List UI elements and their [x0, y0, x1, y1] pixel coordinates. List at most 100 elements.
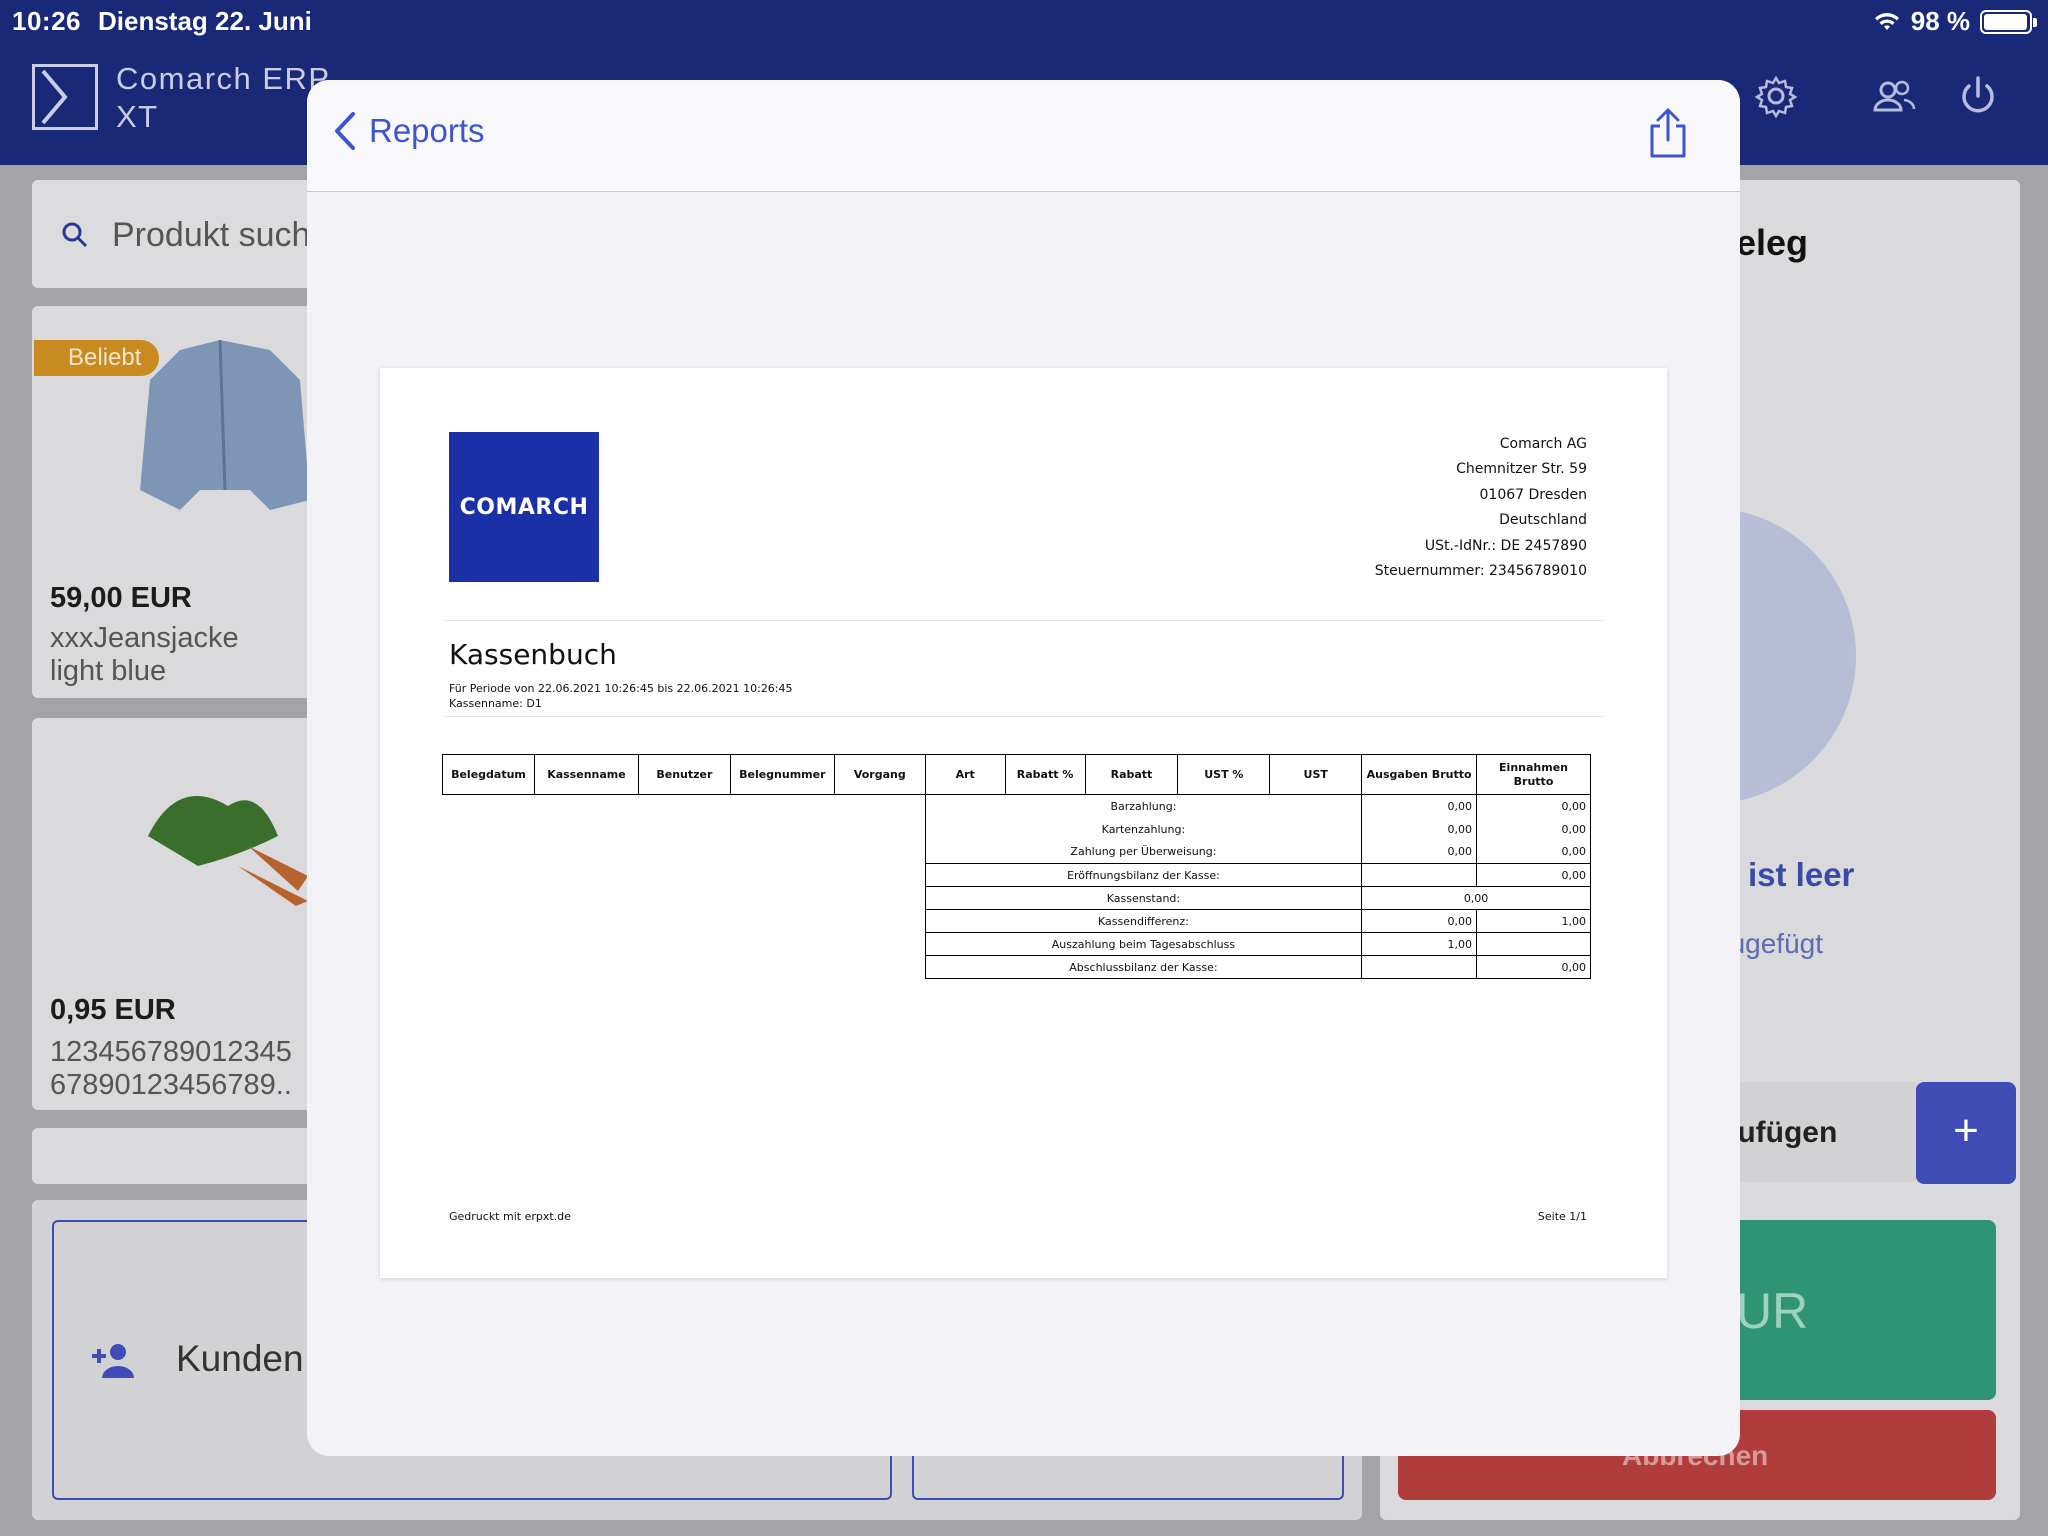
product-name-line2: 67890123456789.. — [50, 1069, 292, 1101]
summary-label: Kartenzahlung: — [924, 817, 1363, 841]
app-name-line2: XT — [116, 99, 159, 134]
users-icon[interactable] — [1872, 74, 1916, 118]
summary-row: Kartenzahlung: 0,00 0,00 — [443, 817, 1591, 841]
company-address: Comarch AG Chemnitzer Str. 59 01067 Dres… — [1375, 432, 1587, 584]
add-customer-label: Kunden — [176, 1338, 304, 1379]
company-city: 01067 Dresden — [1479, 486, 1588, 503]
share-icon[interactable] — [1646, 106, 1690, 160]
search-input[interactable]: Produkt such — [112, 216, 310, 255]
column-header: Ausgaben Brutto — [1361, 754, 1478, 795]
column-header: Benutzer — [637, 754, 731, 795]
battery-icon — [1980, 9, 2037, 34]
summary-ausgaben: 1,00 — [1361, 932, 1478, 956]
app-logo — [32, 64, 98, 130]
search-icon — [62, 222, 88, 248]
summary-label: Kassenstand: — [924, 886, 1363, 910]
product-name: 123456789012345 67890123456789.. — [50, 1036, 292, 1102]
back-label: Reports — [369, 112, 485, 149]
app-name: Comarch ERP XT — [116, 60, 331, 136]
summary-einnahmen: 0,00 — [1476, 794, 1591, 818]
column-header: Rabatt — [1084, 754, 1179, 795]
summary-einnahmen: 0,00 — [1476, 817, 1591, 841]
column-header: Einnahmen Brutto — [1476, 754, 1591, 795]
report-period: Für Periode von 22.06.2021 10:26:45 bis … — [449, 682, 793, 695]
summary-row: Eröffnungsbilanz der Kasse: 0,00 — [443, 863, 1591, 887]
summary-ausgaben: 0,00 — [1361, 817, 1478, 841]
summary-label: Auszahlung beim Tagesabschluss — [924, 932, 1363, 956]
product-price: 0,95 EUR — [50, 994, 176, 1026]
report-table: Belegdatum Kassenname Benutzer Belegnumm… — [442, 754, 1591, 979]
summary-ausgaben: 0,00 — [1361, 794, 1478, 818]
column-header: Rabatt % — [1004, 754, 1086, 795]
product-price: 59,00 EUR — [50, 582, 192, 614]
battery-fill — [1984, 13, 2028, 30]
app-name-line1: Comarch ERP — [116, 61, 331, 96]
carrot-image — [148, 796, 308, 906]
add-button[interactable]: + — [1916, 1082, 2016, 1184]
report-register: Kassenname: D1 — [449, 697, 542, 710]
summary-row: Kassendifferenz: 0,00 1,00 — [443, 909, 1591, 933]
empty-title: ist leer — [1748, 856, 1855, 893]
summary-ausgaben: 0,00 — [1361, 840, 1478, 864]
summary-einnahmen: 0,00 — [1476, 840, 1591, 864]
column-header: UST — [1269, 754, 1363, 795]
report-footer-right: Seite 1/1 — [1537, 1210, 1587, 1223]
report-title: Kassenbuch — [449, 638, 617, 671]
summary-einnahmen — [1476, 932, 1591, 956]
status-date: Dienstag 22. Juni — [98, 6, 312, 36]
jacket-image — [140, 340, 310, 510]
column-header: UST % — [1177, 754, 1271, 795]
receipt-title: eleg — [1736, 222, 1809, 263]
summary-label: Barzahlung: — [924, 794, 1363, 818]
battery-percent: 98 % — [1910, 6, 1970, 36]
company-tax: Steuernummer: 23456789010 — [1374, 563, 1587, 580]
report-subtitle: Für Periode von 22.06.2021 10:26:45 bis … — [449, 681, 793, 711]
table-header-row: Belegdatum Kassenname Benutzer Belegnumm… — [442, 754, 1591, 795]
summary-label: Zahlung per Überweisung: — [924, 840, 1363, 864]
summary-row: Abschlussbilanz der Kasse: 0,00 — [443, 955, 1591, 979]
product-name-line1: xxxJeansjacke — [50, 622, 239, 654]
summary-row: Auszahlung beim Tagesabschluss 1,00 — [443, 932, 1591, 956]
column-header: Vorgang — [833, 754, 926, 795]
gear-icon[interactable] — [1754, 74, 1798, 118]
summary-label: Abschlussbilanz der Kasse: — [924, 955, 1363, 979]
divider — [444, 620, 1604, 621]
status-right: 98 % — [1873, 6, 2037, 37]
chevron-left-icon — [335, 112, 355, 150]
summary-combined: 0,00 — [1361, 886, 1591, 910]
add-person-icon — [92, 1344, 134, 1378]
back-button[interactable]: Reports — [331, 110, 485, 152]
status-time: 10:26 — [12, 6, 81, 36]
divider — [444, 716, 1604, 717]
product-name-line2: light blue — [50, 655, 167, 687]
column-header: Belegdatum — [442, 754, 535, 795]
summary-ausgaben: 0,00 — [1361, 909, 1478, 933]
company-name: Comarch AG — [1499, 436, 1587, 452]
report-footer-left: Gedruckt mit erpxt.de — [449, 1210, 571, 1223]
company-logo: COMARCH — [449, 432, 599, 582]
power-icon[interactable] — [1956, 74, 2000, 118]
company-street: Chemnitzer Str. 59 — [1456, 461, 1587, 478]
product-name-line1: 123456789012345 — [50, 1036, 292, 1068]
column-header: Kassenname — [533, 754, 639, 795]
report-document: COMARCH Comarch AG Chemnitzer Str. 59 01… — [380, 368, 1667, 1278]
summary-einnahmen: 0,00 — [1476, 863, 1591, 887]
pay-label: UR — [1736, 1283, 1809, 1339]
column-header: Art — [924, 754, 1006, 795]
company-vat: USt.-IdNr.: DE 2457890 — [1424, 537, 1587, 554]
product-name: xxxJeansjacke light blue — [50, 622, 239, 688]
summary-label: Eröffnungsbilanz der Kasse: — [924, 863, 1363, 887]
summary-einnahmen: 1,00 — [1476, 909, 1591, 933]
summary-row: Kassenstand: 0,00 — [443, 886, 1591, 910]
wifi-icon — [1874, 12, 1899, 30]
summary-row: Barzahlung: 0,00 0,00 — [443, 794, 1591, 818]
summary-einnahmen: 0,00 — [1476, 955, 1591, 979]
company-country: Deutschland — [1499, 512, 1587, 529]
modal-header: Reports — [307, 80, 1740, 192]
report-modal: Reports COMARCH Comarch AG Chemnitzer St… — [307, 80, 1740, 1456]
summary-label: Kassendifferenz: — [924, 909, 1363, 933]
summary-ausgaben — [1361, 863, 1478, 887]
column-header: Belegnummer — [729, 754, 835, 795]
summary-row: Zahlung per Überweisung: 0,00 0,00 — [443, 840, 1591, 864]
summary-ausgaben — [1361, 955, 1478, 979]
